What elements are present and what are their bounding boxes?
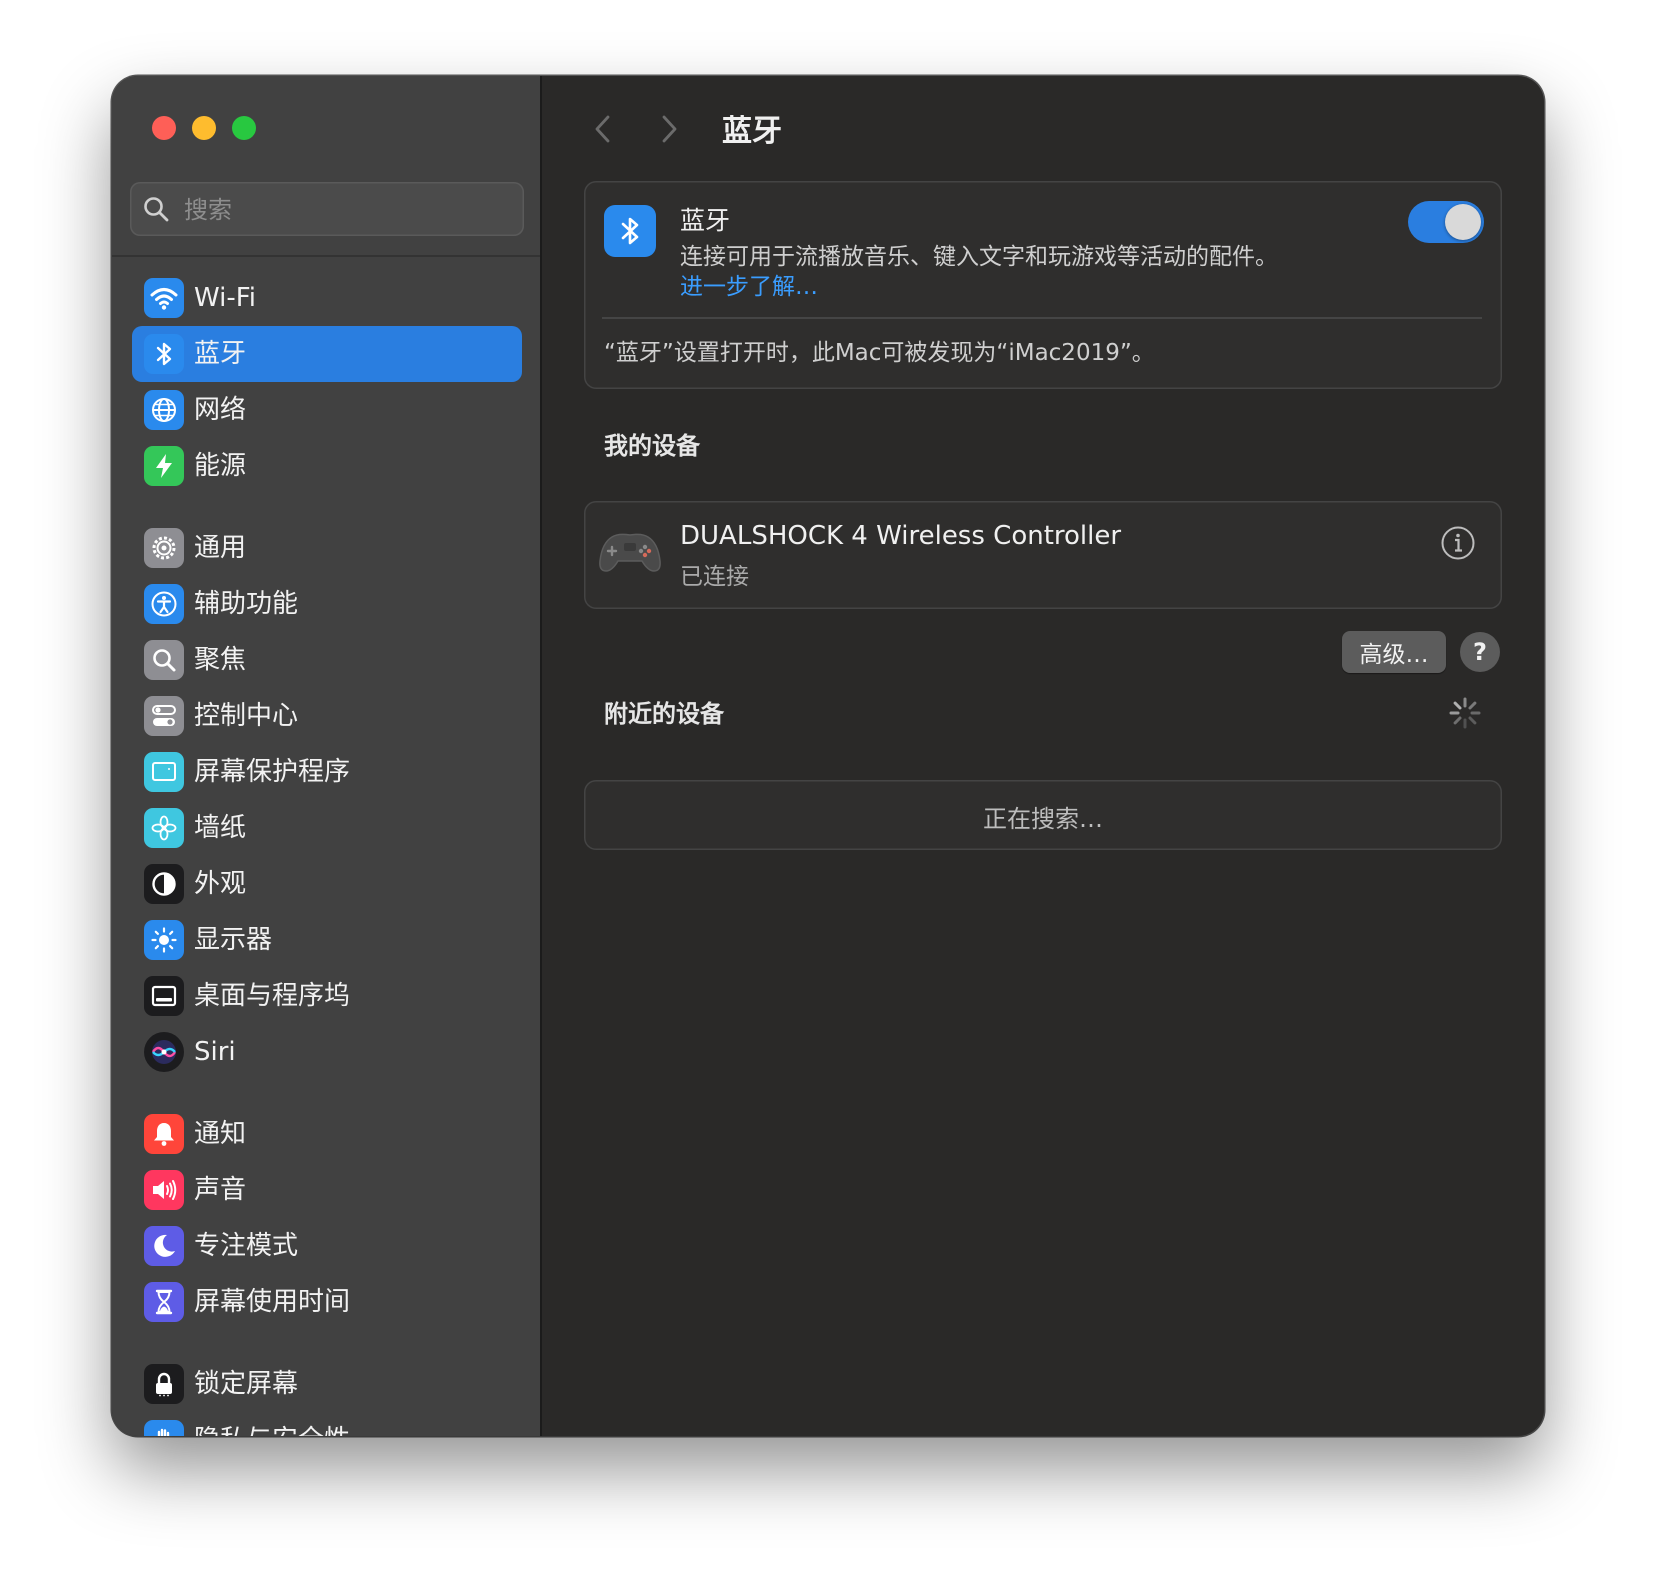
sidebar-item-label: 外观 <box>194 869 247 899</box>
sidebar-item-sound[interactable]: 声音 <box>132 1162 522 1218</box>
sidebar-item-label: 屏幕保护程序 <box>194 757 351 787</box>
sidebar-item-label: 控制中心 <box>194 701 299 731</box>
spinner-icon <box>1449 697 1481 729</box>
gamepad-icon <box>599 533 661 572</box>
sidebar-item-label: 通知 <box>194 1119 247 1149</box>
zoom-button[interactable] <box>232 116 256 140</box>
flower-icon <box>144 808 184 848</box>
lock-icon <box>144 1364 184 1404</box>
speaker-icon <box>144 1170 184 1210</box>
sidebar-item-label: 墙纸 <box>194 813 247 843</box>
sidebar-item-label: 辅助功能 <box>194 589 299 619</box>
sidebar-item-wifi[interactable]: Wi-Fi <box>132 270 522 326</box>
sidebar-item-label: 隐私与安全性 <box>194 1424 350 1436</box>
search-input[interactable] <box>182 188 516 232</box>
sidebar-item-bluetooth[interactable]: 蓝牙 <box>132 326 522 382</box>
bell-icon <box>144 1114 184 1154</box>
sidebar-item-label: Siri <box>194 1037 236 1067</box>
globe-icon <box>144 390 184 430</box>
sidebar-item-lock-screen[interactable]: 锁定屏幕 <box>132 1356 522 1412</box>
minimize-button[interactable] <box>192 116 216 140</box>
siri-icon <box>144 1032 184 1072</box>
sidebar-item-label: 能源 <box>194 451 247 481</box>
sidebar-item-notifications[interactable]: 通知 <box>132 1106 522 1162</box>
sidebar-item-desktop-dock[interactable]: 桌面与程序坞 <box>132 968 522 1024</box>
navigation-arrows <box>588 112 684 146</box>
sidebar-item-wallpaper[interactable]: 墙纸 <box>132 800 522 856</box>
nearby-devices-heading: 附近的设备 <box>604 700 724 728</box>
searching-status: 正在搜索… <box>983 805 1103 833</box>
main-pane: 蓝牙 蓝牙 连接可用于流播放音乐、键入文字和玩游戏等活动的配件。 进一步了解… … <box>542 76 1544 1436</box>
moon-icon <box>144 1226 184 1266</box>
settings-window: Wi-Fi 蓝牙 网络 能源 <box>112 76 1544 1436</box>
sidebar-item-spotlight[interactable]: 聚焦 <box>132 632 522 688</box>
bluetooth-icon <box>604 205 656 257</box>
sidebar-divider <box>112 255 540 257</box>
sidebar-item-focus[interactable]: 专注模式 <box>132 1218 522 1274</box>
device-name: DUALSHOCK 4 Wireless Controller <box>680 521 1122 551</box>
toggle-knob <box>1445 204 1481 240</box>
device-status: 已连接 <box>680 564 749 590</box>
sidebar-item-label: Wi-Fi <box>194 283 257 313</box>
sidebar-item-label: 声音 <box>194 1175 247 1205</box>
discoverable-note: “蓝牙”设置打开时，此Mac可被发现为“iMac2019”。 <box>604 340 1155 366</box>
sidebar-list: Wi-Fi 蓝牙 网络 能源 通用 辅助功能 聚焦 控制中心 屏幕保护程序 墙纸… <box>112 270 540 1436</box>
hand-icon <box>144 1420 184 1436</box>
sidebar-item-label: 通用 <box>194 533 247 563</box>
sidebar: Wi-Fi 蓝牙 网络 能源 <box>112 76 542 1436</box>
search-icon <box>144 197 169 222</box>
bluetooth-title: 蓝牙 <box>680 206 731 235</box>
bluetooth-card: 蓝牙 连接可用于流播放音乐、键入文字和玩游戏等活动的配件。 进一步了解… “蓝牙… <box>584 181 1502 389</box>
sidebar-item-label: 网络 <box>194 395 247 425</box>
bluetooth-description: 连接可用于流播放音乐、键入文字和玩游戏等活动的配件。 <box>680 244 1278 270</box>
wifi-icon <box>144 278 184 318</box>
sidebar-item-energy[interactable]: 能源 <box>132 438 522 494</box>
info-icon[interactable] <box>1440 525 1476 561</box>
bluetooth-icon <box>144 334 184 374</box>
sidebar-item-label: 聚焦 <box>194 645 247 675</box>
sidebar-item-accessibility[interactable]: 辅助功能 <box>132 576 522 632</box>
sidebar-item-displays[interactable]: 显示器 <box>132 912 522 968</box>
magnifier-icon <box>144 640 184 680</box>
sidebar-item-label: 屏幕使用时间 <box>194 1287 351 1317</box>
sidebar-item-label: 锁定屏幕 <box>194 1369 299 1399</box>
bluetooth-toggle[interactable] <box>1408 201 1484 243</box>
learn-more-link[interactable]: 进一步了解… <box>680 267 818 301</box>
close-button[interactable] <box>152 116 176 140</box>
sidebar-item-siri[interactable]: Siri <box>132 1024 522 1080</box>
sidebar-item-label: 专注模式 <box>194 1231 299 1261</box>
sidebar-item-network[interactable]: 网络 <box>132 382 522 438</box>
accessibility-icon <box>144 584 184 624</box>
sidebar-item-label: 桌面与程序坞 <box>194 981 351 1011</box>
back-icon[interactable] <box>588 112 618 146</box>
screensaver-icon <box>144 752 184 792</box>
sidebar-item-control-center[interactable]: 控制中心 <box>132 688 522 744</box>
sidebar-item-screensaver[interactable]: 屏幕保护程序 <box>132 744 522 800</box>
nearby-devices-card: 正在搜索… <box>584 780 1502 850</box>
bolt-icon <box>144 446 184 486</box>
forward-icon[interactable] <box>654 112 684 146</box>
appearance-icon <box>144 864 184 904</box>
my-devices-heading: 我的设备 <box>604 432 700 460</box>
dock-icon <box>144 976 184 1016</box>
toggles-icon <box>144 696 184 736</box>
page-title: 蓝牙 <box>722 114 782 149</box>
search-field[interactable] <box>130 182 524 236</box>
hourglass-icon <box>144 1282 184 1322</box>
gear-icon <box>144 528 184 568</box>
sidebar-item-privacy[interactable]: 隐私与安全性 <box>132 1412 522 1436</box>
sidebar-item-general[interactable]: 通用 <box>132 520 522 576</box>
window-controls <box>152 116 256 140</box>
device-row[interactable]: DUALSHOCK 4 Wireless Controller 已连接 <box>584 501 1502 609</box>
card-divider <box>602 317 1482 319</box>
advanced-button[interactable]: 高级… <box>1342 631 1446 673</box>
sidebar-item-label: 蓝牙 <box>194 339 247 369</box>
sidebar-item-label: 显示器 <box>194 925 273 955</box>
sidebar-item-screen-time[interactable]: 屏幕使用时间 <box>132 1274 522 1330</box>
sun-icon <box>144 920 184 960</box>
help-button[interactable]: ? <box>1460 632 1500 672</box>
sidebar-item-appearance[interactable]: 外观 <box>132 856 522 912</box>
